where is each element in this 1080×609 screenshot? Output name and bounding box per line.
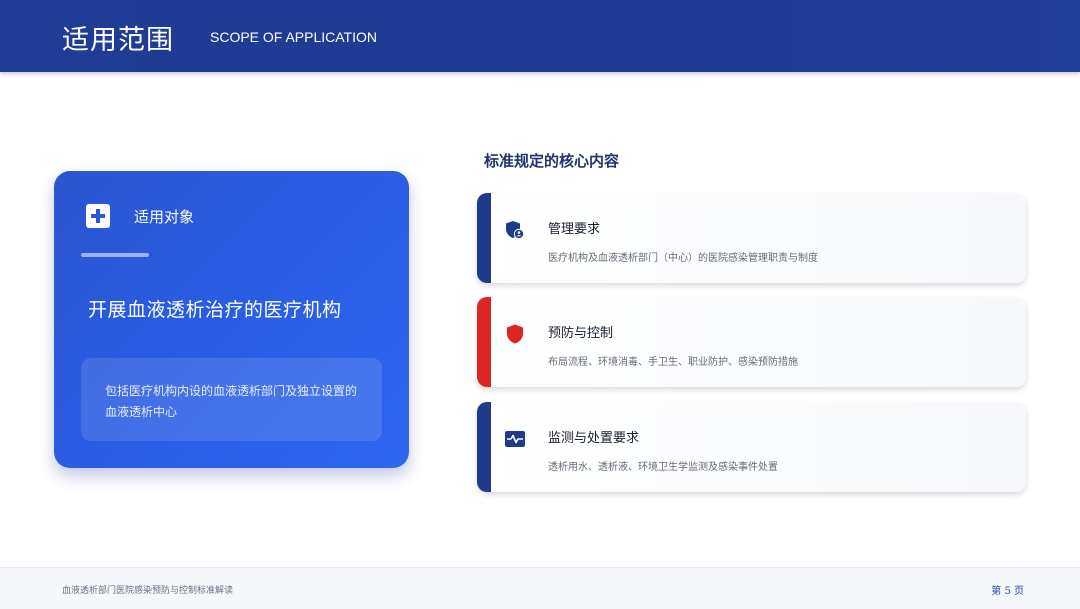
footer-bar: 血液透析部门医院感染预防与控制标准解读 第 5 页 xyxy=(0,567,1080,609)
footer-document-title: 血液透析部门医院感染预防与控制标准解读 xyxy=(62,586,234,596)
page-number: 第 5 页 xyxy=(991,586,1024,597)
item-card-management: 管理要求 医疗机构及血液透析部门（中心）的医院感染管理职责与制度 xyxy=(477,193,1026,283)
monitor-pulse-icon xyxy=(505,431,525,447)
header-bar: 适用范围 SCOPE OF APPLICATION xyxy=(0,0,1080,72)
page-subtitle: SCOPE OF APPLICATION xyxy=(210,29,378,45)
section-title: 标准规定的核心内容 xyxy=(484,152,620,170)
item-title: 监测与处置要求 xyxy=(548,431,640,446)
scope-description-box: 包括医疗机构内设的血液透析部门及独立设置的血液透析中心 xyxy=(81,358,382,441)
item-description: 透析用水、透析液、环境卫生学监测及感染事件处置 xyxy=(548,462,778,473)
item-title: 预防与控制 xyxy=(548,326,614,341)
page-title: 适用范围 xyxy=(62,25,174,56)
scope-description: 包括医疗机构内设的血液透析部门及独立设置的血液透析中心 xyxy=(105,384,358,419)
scope-card: 适用对象 开展血液透析治疗的医疗机构 包括医疗机构内设的血液透析部门及独立设置的… xyxy=(54,171,409,468)
shield-icon xyxy=(507,324,523,344)
divider xyxy=(81,253,149,257)
item-card-prevention: 预防与控制 布局流程、环境消毒、手卫生、职业防护、感染预防措施 xyxy=(477,297,1026,387)
item-title: 管理要求 xyxy=(548,222,601,237)
scope-card-label: 适用对象 xyxy=(134,208,195,226)
item-accent-bar xyxy=(477,402,491,492)
item-card-monitoring: 监测与处置要求 透析用水、透析液、环境卫生学监测及感染事件处置 xyxy=(477,402,1026,492)
item-description: 医疗机构及血液透析部门（中心）的医院感染管理职责与制度 xyxy=(548,253,818,264)
scope-card-heading: 开展血液透析治疗的医疗机构 xyxy=(88,299,342,321)
item-accent-bar xyxy=(477,193,491,283)
medical-cross-icon xyxy=(86,204,110,228)
item-accent-bar xyxy=(477,297,491,387)
item-description: 布局流程、环境消毒、手卫生、职业防护、感染预防措施 xyxy=(548,357,798,368)
shield-user-icon xyxy=(506,221,525,240)
